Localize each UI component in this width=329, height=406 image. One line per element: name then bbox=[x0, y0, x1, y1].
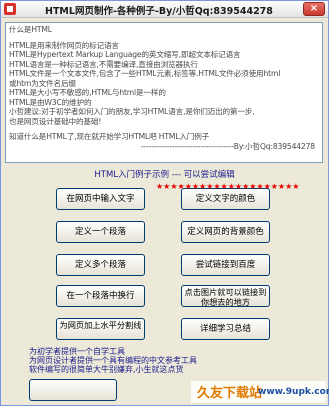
bg-color-button[interactable]: 定义网页的背景颜色 bbox=[181, 221, 270, 243]
text-line: HTML是Hypertext Markup Language的英文缩写,即超文本… bbox=[9, 50, 241, 59]
close-button[interactable]: × bbox=[303, 2, 325, 16]
section-label: HTML入门例子示例 --- 可以尝试编辑 bbox=[94, 170, 235, 180]
one-paragraph-button[interactable]: 定义一个段落 bbox=[56, 221, 145, 243]
input-text-button[interactable]: 在网页中输入文字 bbox=[56, 188, 145, 210]
footer-line: 软件编写的很简单大牛别嫌弃,小生就这点货 bbox=[29, 365, 184, 374]
text-line: HTML是由W3C的维护的 bbox=[9, 97, 92, 107]
footer-button[interactable] bbox=[29, 379, 117, 401]
multi-paragraph-button[interactable]: 定义多个段落 bbox=[56, 254, 145, 276]
text-line: HTML是大小写不敏感的,HTML与html是一样的 bbox=[9, 88, 166, 97]
text-color-button[interactable]: 定义文字的颜色 bbox=[181, 188, 270, 210]
title-bar[interactable]: HTML网页制作-各种例子-By/小哲Qq:839544278 × bbox=[1, 1, 328, 18]
text-line: 小哲建议:对于初学者如何入门的朋友,学习HTML语言,是你们迈出的第一步, bbox=[9, 107, 255, 116]
app-icon bbox=[4, 3, 16, 15]
watermark-url: www.9upk.com bbox=[258, 387, 329, 397]
app-window: HTML网页制作-各种例子-By/小哲Qq:839544278 × 什么是HTM… bbox=[0, 0, 329, 406]
image-link-button[interactable]: 点击图片就可以链接到你想去的地方 bbox=[181, 285, 270, 307]
html-intro-textarea[interactable]: 什么是HTML HTML是用来制作网页的标记语言 HTML是Hypertext … bbox=[5, 22, 323, 163]
text-line: 知道什么是HTML了,现在就开始学习HTML吧 HTML入门例子 bbox=[9, 132, 210, 141]
text-line: HTML语言是一种标记语言,不需要编译,直接由浏览器执行 bbox=[9, 59, 198, 69]
text-line: 什么是HTML bbox=[9, 25, 52, 34]
text-line: HTML文件是一个文本文件,包含了一些HTML元素,标签等.HTML文件必须使用… bbox=[9, 69, 281, 78]
text-line: 或htm为文件名后缀 bbox=[9, 78, 76, 88]
hr-divider-button[interactable]: 为网页加上水平分割线 bbox=[56, 318, 145, 340]
window-title: HTML网页制作-各种例子-By/小哲Qq:839544278 bbox=[45, 6, 273, 17]
footer-line: 为初学者提供一个自学工具 bbox=[29, 347, 125, 356]
summary-button[interactable]: 详细学习总结 bbox=[181, 318, 270, 340]
text-line: 也是网页设计基础中的基础! bbox=[9, 116, 102, 126]
line-break-button[interactable]: 在一个段落中换行 bbox=[56, 285, 145, 307]
footer-notes: 为初学者提供一个自学工具 为网页设计者提供一个具有编程的中文参考工具 软件编写的… bbox=[29, 347, 309, 374]
watermark: 久友下载站 www.9upk.com bbox=[191, 381, 329, 403]
star-divider: ★★★★★★★★★★★★★★★★★★★★ bbox=[156, 182, 300, 191]
watermark-brand: 久友下载站 bbox=[197, 386, 263, 401]
signature-line: ------------------------------------By:小… bbox=[140, 141, 315, 151]
link-baidu-button[interactable]: 尝试链接到百度 bbox=[181, 254, 270, 276]
text-line: HTML是用来制作网页的标记语言 bbox=[9, 40, 119, 50]
footer-line: 为网页设计者提供一个具有编程的中文参考工具 bbox=[29, 356, 197, 365]
